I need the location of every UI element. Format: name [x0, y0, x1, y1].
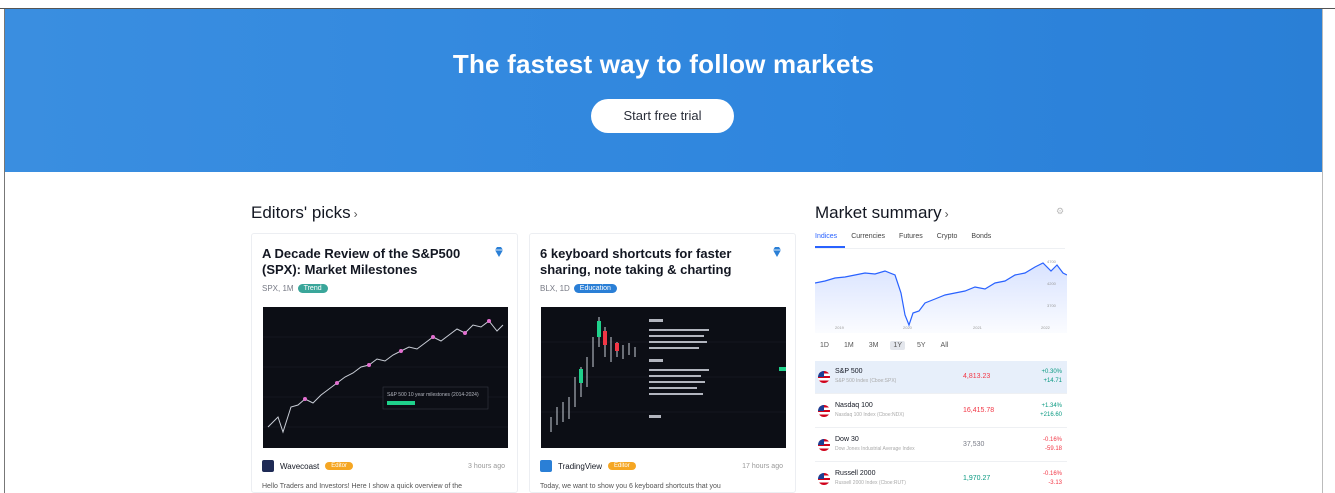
y-axis-label: 4200 [1047, 281, 1057, 286]
symbol-description: Nasdaq 100 Index (Cboe:NDX) [835, 412, 905, 418]
change-absolute: -59.18 [1044, 446, 1062, 452]
chevron-right-icon: › [353, 207, 358, 221]
change-percent: -0.16% [1042, 437, 1062, 443]
range-selector: 1D 1M 3M 1Y 5Y All [817, 341, 951, 350]
window-scrollbar[interactable] [1322, 9, 1335, 493]
editors-picks-heading[interactable]: Editors' picks › [251, 203, 358, 223]
card-tag[interactable]: Education [573, 284, 617, 293]
symbol-price: 37,530 [963, 441, 985, 448]
x-axis-label: 2022 [1041, 325, 1051, 330]
card-meta: SPX, 1M Trend [262, 284, 328, 293]
change-percent: +1.34% [1041, 403, 1062, 409]
card-tag[interactable]: Trend [297, 284, 328, 293]
card-snippet: Hello Traders and Investors! Here I show… [262, 483, 462, 490]
symbol-name: Nasdaq 100 [835, 402, 873, 409]
hero-title: The fastest way to follow markets [452, 49, 875, 79]
y-axis-label: 4700 [1047, 259, 1057, 264]
range-3m[interactable]: 3M [866, 341, 882, 350]
chevron-right-icon: › [944, 207, 949, 221]
us-flag-icon [818, 439, 830, 451]
x-axis-label: 2019 [835, 325, 845, 330]
range-1m[interactable]: 1M [841, 341, 857, 350]
symbol-change: +0.30% +14.71 [1041, 368, 1062, 386]
symbol-change: -0.16% -3.13 [1043, 470, 1062, 488]
tab-futures[interactable]: Futures [899, 233, 923, 245]
card-author[interactable]: Wavecoast Editor [262, 460, 353, 472]
editors-picks-title: Editors' picks [251, 203, 351, 222]
gear-icon[interactable]: ⚙ [1056, 206, 1066, 216]
market-summary-title: Market summary [815, 203, 942, 222]
us-flag-icon [818, 405, 830, 417]
tab-currencies[interactable]: Currencies [851, 233, 885, 245]
y-axis-label: 3700 [1047, 303, 1057, 308]
range-all[interactable]: All [938, 341, 952, 350]
market-summary-chart[interactable]: 2019 2020 2021 2022 4700 4200 3700 [815, 253, 1067, 333]
card-time: 17 hours ago [742, 463, 783, 470]
author-name[interactable]: TradingView [558, 462, 602, 471]
symbol-description: Dow Jones Industrial Average Index [835, 446, 915, 452]
range-5y[interactable]: 5Y [914, 341, 929, 350]
symbol-description: Russell 2000 Index (Cboe:RUT) [835, 480, 906, 486]
symbol-change: +1.34% +216.60 [1040, 402, 1062, 420]
card-symbol[interactable]: BLX, 1D [540, 284, 570, 293]
market-row-spx[interactable]: S&P 500 S&P 500 Index (Cboe:SPX) 4,813.2… [815, 361, 1067, 394]
card-meta: BLX, 1D Education [540, 284, 617, 293]
symbol-name: S&P 500 [835, 368, 863, 375]
symbol-change: -0.16% -59.18 [1043, 436, 1062, 454]
card-title[interactable]: A Decade Review of the S&P500 (SPX): Mar… [262, 246, 467, 278]
change-absolute: -3.13 [1048, 480, 1062, 486]
hero-banner: The fastest way to follow markets Start … [5, 9, 1322, 172]
editor-badge: Editor [608, 462, 636, 470]
diamond-icon [773, 247, 781, 257]
editor-badge: Editor [325, 462, 353, 470]
symbol-name: Russell 2000 [835, 470, 876, 477]
symbol-name: Dow 30 [835, 436, 859, 443]
change-percent: -0.16% [1042, 471, 1062, 477]
card-chart-image[interactable] [541, 307, 786, 448]
change-absolute: +14.71 [1043, 378, 1062, 384]
range-1d[interactable]: 1D [817, 341, 832, 350]
market-summary-tabs: Indices Currencies Futures Crypto Bonds [815, 233, 991, 245]
us-flag-icon [818, 371, 830, 383]
diamond-icon [495, 247, 503, 257]
card-time: 3 hours ago [468, 463, 505, 470]
market-row-rut[interactable]: Russell 2000 Russell 2000 Index (Cboe:RU… [815, 463, 1067, 493]
editors-pick-card[interactable]: A Decade Review of the S&P500 (SPX): Mar… [251, 233, 518, 493]
start-free-trial-button[interactable]: Start free trial [591, 99, 734, 133]
chart-thumbnail: S&P 500 10 year milestones (2014-2024) [263, 319, 508, 434]
avatar [540, 460, 552, 472]
change-percent: +0.30% [1041, 369, 1062, 375]
x-axis-label: 2021 [973, 325, 983, 330]
symbol-price: 16,415.78 [963, 407, 995, 414]
symbol-price: 1,970.27 [963, 475, 991, 482]
tab-divider [815, 248, 1065, 249]
card-title[interactable]: 6 keyboard shortcuts for faster sharing,… [540, 246, 745, 278]
chart-caption: S&P 500 10 year milestones (2014-2024) [387, 392, 479, 398]
author-name[interactable]: Wavecoast [280, 462, 319, 471]
us-flag-icon [818, 473, 830, 485]
tab-crypto[interactable]: Crypto [937, 233, 958, 245]
window-top-bar [0, 0, 1335, 9]
change-absolute: +216.60 [1040, 412, 1062, 418]
tab-bonds[interactable]: Bonds [971, 233, 991, 245]
avatar [262, 460, 274, 472]
editors-pick-card[interactable]: 6 keyboard shortcuts for faster sharing,… [529, 233, 796, 493]
card-symbol[interactable]: SPX, 1M [262, 284, 294, 293]
card-author[interactable]: TradingView Editor [540, 460, 636, 472]
symbol-description: S&P 500 Index (Cboe:SPX) [835, 378, 897, 384]
tab-indices[interactable]: Indices [815, 233, 837, 245]
card-chart-image[interactable]: S&P 500 10 year milestones (2014-2024) [263, 307, 508, 448]
range-1y[interactable]: 1Y [890, 341, 905, 350]
chart-thumbnail [541, 317, 786, 432]
card-snippet: Today, we want to show you 6 keyboard sh… [540, 483, 721, 490]
market-row-ndx[interactable]: Nasdaq 100 Nasdaq 100 Index (Cboe:NDX) 1… [815, 395, 1067, 428]
market-summary-heading[interactable]: Market summary › [815, 203, 949, 223]
x-axis-label: 2020 [903, 325, 913, 330]
market-row-dji[interactable]: Dow 30 Dow Jones Industrial Average Inde… [815, 429, 1067, 462]
symbol-price: 4,813.23 [963, 373, 991, 380]
